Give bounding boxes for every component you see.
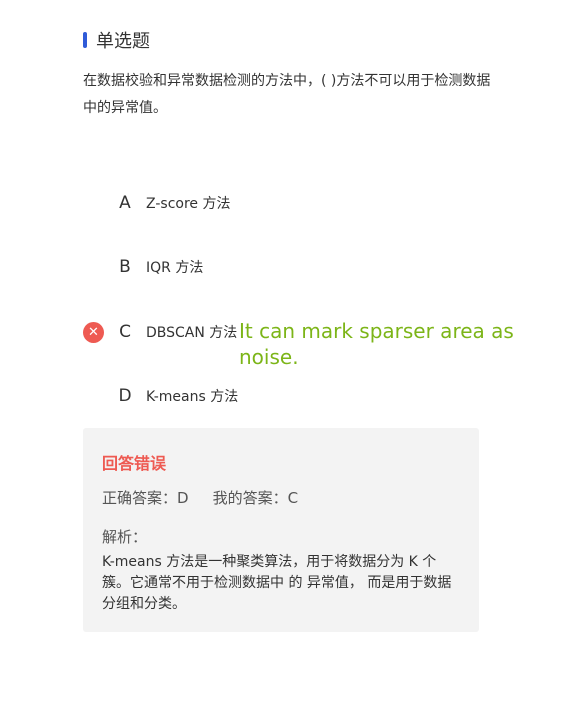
option-text: Z-score 方法 [146,196,231,212]
question-type-header: 单选题 [83,27,150,53]
analysis-text: K-means 方法是一种聚类算法，用于将数据分为 K 个簇。它通常不用于检测数… [102,554,452,612]
option-a[interactable]: A Z-score 方法 [83,191,230,215]
answer-summary: 正确答案：D 我的答案：C [102,487,298,508]
my-answer-label: 我的答案： [212,489,288,507]
wrong-answer-icon: ✕ [83,321,104,343]
option-text: DBSCAN 方法 [146,325,238,341]
analysis-label: 解析： [102,528,148,546]
question-type-label: 单选题 [96,31,150,52]
result-title: 回答错误 [102,454,167,473]
option-letter: C [119,322,131,342]
option-text: IQR 方法 [146,260,204,276]
option-b[interactable]: B IQR 方法 [83,255,203,279]
handwritten-annotation: It can mark sparser area as noise. [239,319,514,369]
accent-bar [83,32,87,48]
option-c[interactable]: ✕ C DBSCAN 方法 [83,320,237,344]
result-panel: 回答错误 正确答案：D 我的答案：C 解析： K-means 方法是一种聚类算法，… [83,428,479,632]
correct-answer-value: D [177,489,189,507]
option-letter: A [119,193,131,213]
my-answer-value: C [287,489,299,507]
option-text: K-means 方法 [146,389,239,405]
option-letter: D [118,386,132,406]
question-text: 在数据校验和异常数据检测的方法中，( )方法不可以用于检测数据中的异常值。 [83,73,491,116]
option-letter: B [119,257,131,277]
correct-answer-label: 正确答案： [102,489,178,507]
option-d[interactable]: D K-means 方法 [83,384,238,408]
